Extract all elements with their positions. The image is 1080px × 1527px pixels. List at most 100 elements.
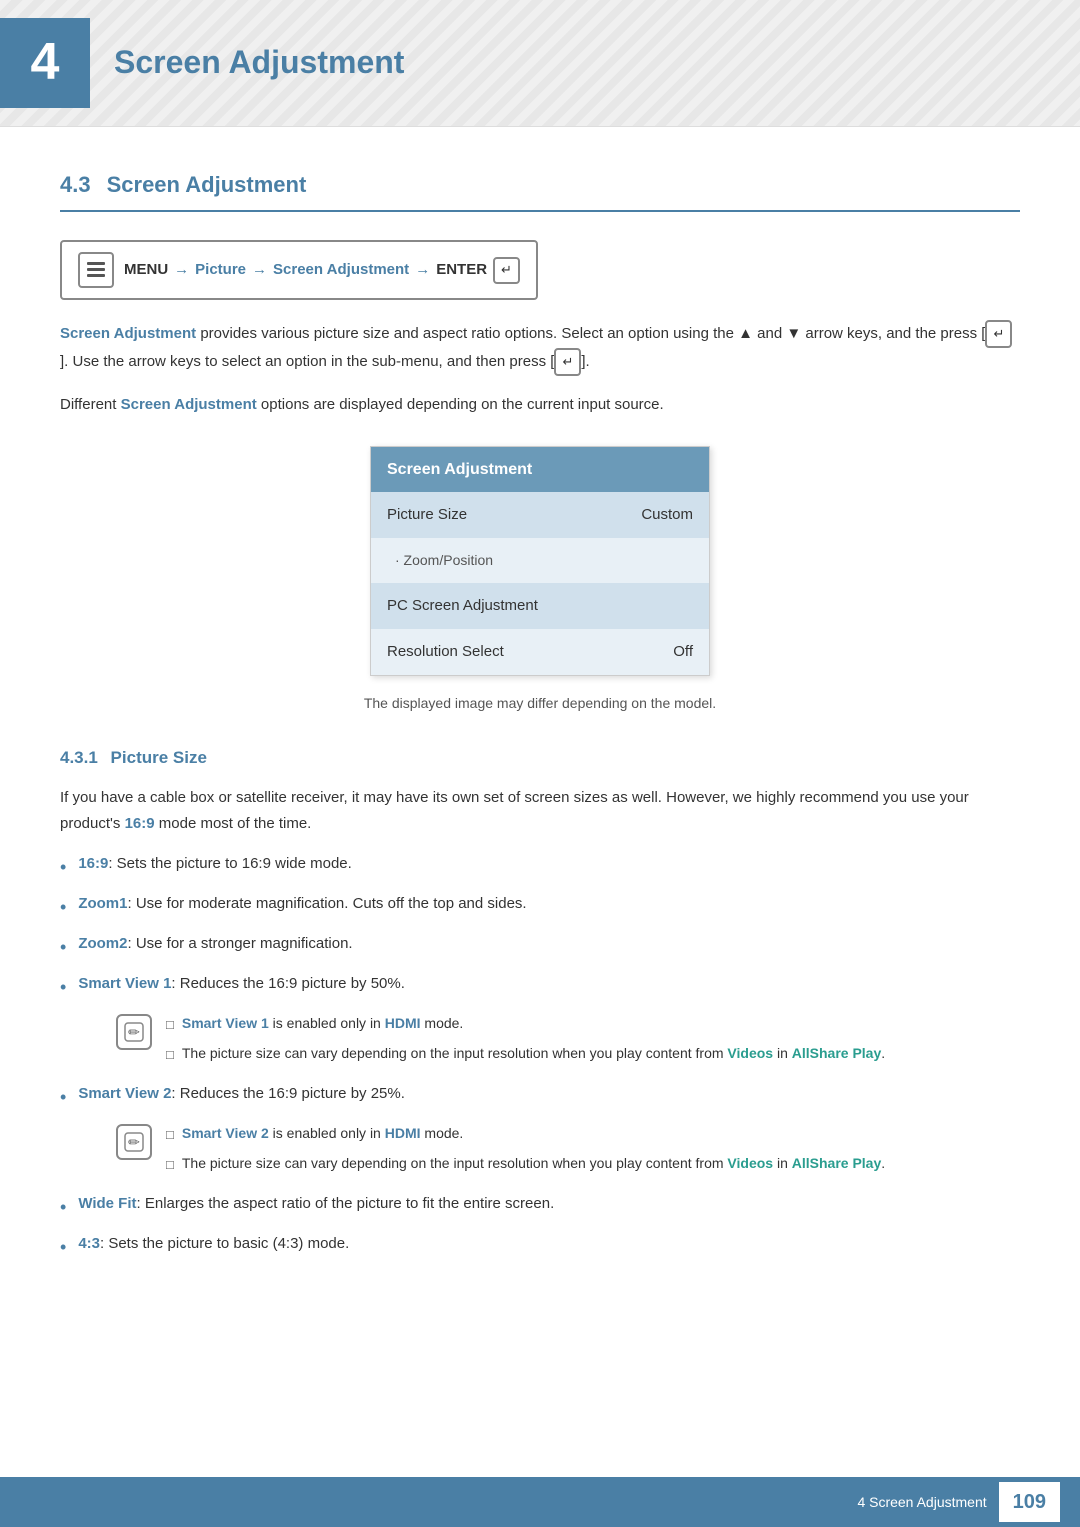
chapter-title: Screen Adjustment <box>114 37 404 88</box>
bullet-label: Zoom1 <box>78 895 127 912</box>
different-highlight: Screen Adjustment <box>121 396 257 413</box>
menu-box: Screen Adjustment Picture Size Custom · … <box>370 446 710 676</box>
bullet-content: : Sets the picture to basic (4:3) mode. <box>100 1235 349 1252</box>
chapter-number: 4 <box>0 18 90 108</box>
list-item: • 4:3: Sets the picture to basic (4:3) m… <box>60 1232 1020 1262</box>
bullet-label: Smart View 1 <box>78 975 171 992</box>
menu-item-value-3: Off <box>673 640 693 664</box>
bullet-dot: • <box>60 893 66 922</box>
list-item: • Wide Fit: Enlarges the aspect ratio of… <box>60 1192 1020 1222</box>
note-item-1a: □ Smart View 1 is enabled only in HDMI m… <box>166 1012 885 1036</box>
note-bullet: □ <box>166 1014 174 1036</box>
page-footer: 4 Screen Adjustment 109 <box>0 1477 1080 1527</box>
intro-paragraph: Screen Adjustment provides various pictu… <box>60 320 1020 376</box>
bullet-content: : Reduces the 16:9 picture by 25%. <box>171 1085 404 1102</box>
note-text: The picture size can vary depending on t… <box>182 1152 885 1176</box>
bullet-label: Wide Fit <box>78 1195 136 1212</box>
bullet-label: 16:9 <box>78 855 108 872</box>
list-item-note2: ✏ □ Smart View 2 is enabled only in HDMI… <box>80 1122 1020 1182</box>
bullet-list: • 16:9: Sets the picture to 16:9 wide mo… <box>60 852 1020 1261</box>
bullet-dot: • <box>60 853 66 882</box>
bullet-content: : Use for a stronger magnification. <box>127 935 352 952</box>
note-text: Smart View 2 is enabled only in HDMI mod… <box>182 1122 463 1146</box>
menu-item-resolution: Resolution Select Off <box>371 629 709 675</box>
main-content: 4.3 Screen Adjustment MENU → Picture → S… <box>0 167 1080 1335</box>
menu-caption: The displayed image may differ depending… <box>60 692 1020 714</box>
menu-mockup-container: Screen Adjustment Picture Size Custom · … <box>60 446 1020 676</box>
nav-picture: Picture <box>195 258 246 282</box>
intro-highlight: Screen Adjustment <box>60 325 196 342</box>
intro-enter2: ↵ <box>554 348 581 376</box>
bullet-label: Zoom2 <box>78 935 127 952</box>
different-rest: options are displayed depending on the c… <box>257 396 664 413</box>
menu-item-label-3: Resolution Select <box>387 640 504 664</box>
bullet-text: Wide Fit: Enlarges the aspect ratio of t… <box>78 1192 554 1216</box>
footer-page-number: 109 <box>999 1482 1060 1522</box>
intro-enter1: ↵ <box>985 320 1012 348</box>
nav-arrow2: → <box>252 258 267 282</box>
menu-item-label-0: Picture Size <box>387 503 467 527</box>
list-item: • Zoom2: Use for a stronger magnificatio… <box>60 932 1020 962</box>
list-item: • 16:9: Sets the picture to 16:9 wide mo… <box>60 852 1020 882</box>
menu-item-zoom: · Zoom/Position <box>371 538 709 582</box>
note-bullet: □ <box>166 1124 174 1146</box>
list-item: • Smart View 2: Reduces the 16:9 picture… <box>60 1082 1020 1112</box>
svg-text:✏: ✏ <box>128 1134 140 1150</box>
bullet-label: 4:3 <box>78 1235 100 1252</box>
bullet-label: Smart View 2 <box>78 1085 171 1102</box>
list-item-note1: ✏ □ Smart View 1 is enabled only in HDMI… <box>80 1012 1020 1072</box>
note-box-1: ✏ □ Smart View 1 is enabled only in HDMI… <box>116 1012 1020 1072</box>
nav-screen-adj: Screen Adjustment <box>273 258 409 282</box>
note-text: The picture size can vary depending on t… <box>182 1042 885 1066</box>
intro-text-part4: ]. <box>581 353 589 370</box>
bullet-dot: • <box>60 933 66 962</box>
ps-highlight: 16:9 <box>125 815 155 832</box>
menu-item-picture-size: Picture Size Custom <box>371 492 709 538</box>
intro-text-part2: provides various picture size and aspect… <box>196 325 985 342</box>
list-item: • Smart View 1: Reduces the 16:9 picture… <box>60 972 1020 1002</box>
menu-item-label-1: · Zoom/Position <box>387 549 493 571</box>
bullet-dot: • <box>60 1083 66 1112</box>
note-item-2b: □ The picture size can vary depending on… <box>166 1152 885 1176</box>
bullet-content: : Reduces the 16:9 picture by 50%. <box>171 975 404 992</box>
bullet-dot: • <box>60 973 66 1002</box>
note-item-1b: □ The picture size can vary depending on… <box>166 1042 885 1066</box>
picture-size-intro: If you have a cable box or satellite rec… <box>60 785 1020 836</box>
bullet-text: Zoom2: Use for a stronger magnification. <box>78 932 352 956</box>
nav-path: MENU → Picture → Screen Adjustment → ENT… <box>60 240 538 300</box>
footer-text: 4 Screen Adjustment <box>857 1491 986 1513</box>
different-text: Different <box>60 396 121 413</box>
note-icon-2: ✏ <box>116 1124 152 1160</box>
note-box-2: ✏ □ Smart View 2 is enabled only in HDMI… <box>116 1122 1020 1182</box>
bullet-text: Smart View 1: Reduces the 16:9 picture b… <box>78 972 405 996</box>
menu-item-label-2: PC Screen Adjustment <box>387 594 538 618</box>
bullet-text: 4:3: Sets the picture to basic (4:3) mod… <box>78 1232 349 1256</box>
bullet-text: Zoom1: Use for moderate magnification. C… <box>78 892 526 916</box>
menu-item-pc-screen: PC Screen Adjustment <box>371 583 709 629</box>
chapter-header: 4 Screen Adjustment <box>0 0 1080 127</box>
note-content-2: □ Smart View 2 is enabled only in HDMI m… <box>166 1122 885 1182</box>
note-bullet: □ <box>166 1044 174 1066</box>
note-item-2a: □ Smart View 2 is enabled only in HDMI m… <box>166 1122 885 1146</box>
nav-menu-label: MENU <box>124 258 168 282</box>
intro-text-part3: ]. Use the arrow keys to select an optio… <box>60 353 554 370</box>
bullet-content: : Sets the picture to 16:9 wide mode. <box>108 855 351 872</box>
subsection-title: Picture Size <box>111 748 207 767</box>
subsection-heading: 4.3.1 Picture Size <box>60 744 1020 771</box>
nav-enter-label: ENTER <box>436 258 487 282</box>
menu-icon <box>78 252 114 288</box>
different-paragraph: Different Screen Adjustment options are … <box>60 392 1020 418</box>
nav-arrow1: → <box>174 258 189 282</box>
section-title: Screen Adjustment <box>107 167 307 202</box>
bullet-dot: • <box>60 1233 66 1262</box>
nav-arrow3: → <box>415 258 430 282</box>
note-content-1: □ Smart View 1 is enabled only in HDMI m… <box>166 1012 885 1072</box>
bullet-content: : Enlarges the aspect ratio of the pictu… <box>137 1195 555 1212</box>
note-bullet: □ <box>166 1154 174 1176</box>
section-number: 4.3 <box>60 167 91 202</box>
svg-text:✏: ✏ <box>128 1024 140 1040</box>
bullet-content: : Use for moderate magnification. Cuts o… <box>127 895 526 912</box>
bullet-text: 16:9: Sets the picture to 16:9 wide mode… <box>78 852 352 876</box>
bullet-dot: • <box>60 1193 66 1222</box>
section-heading: 4.3 Screen Adjustment <box>60 167 1020 212</box>
